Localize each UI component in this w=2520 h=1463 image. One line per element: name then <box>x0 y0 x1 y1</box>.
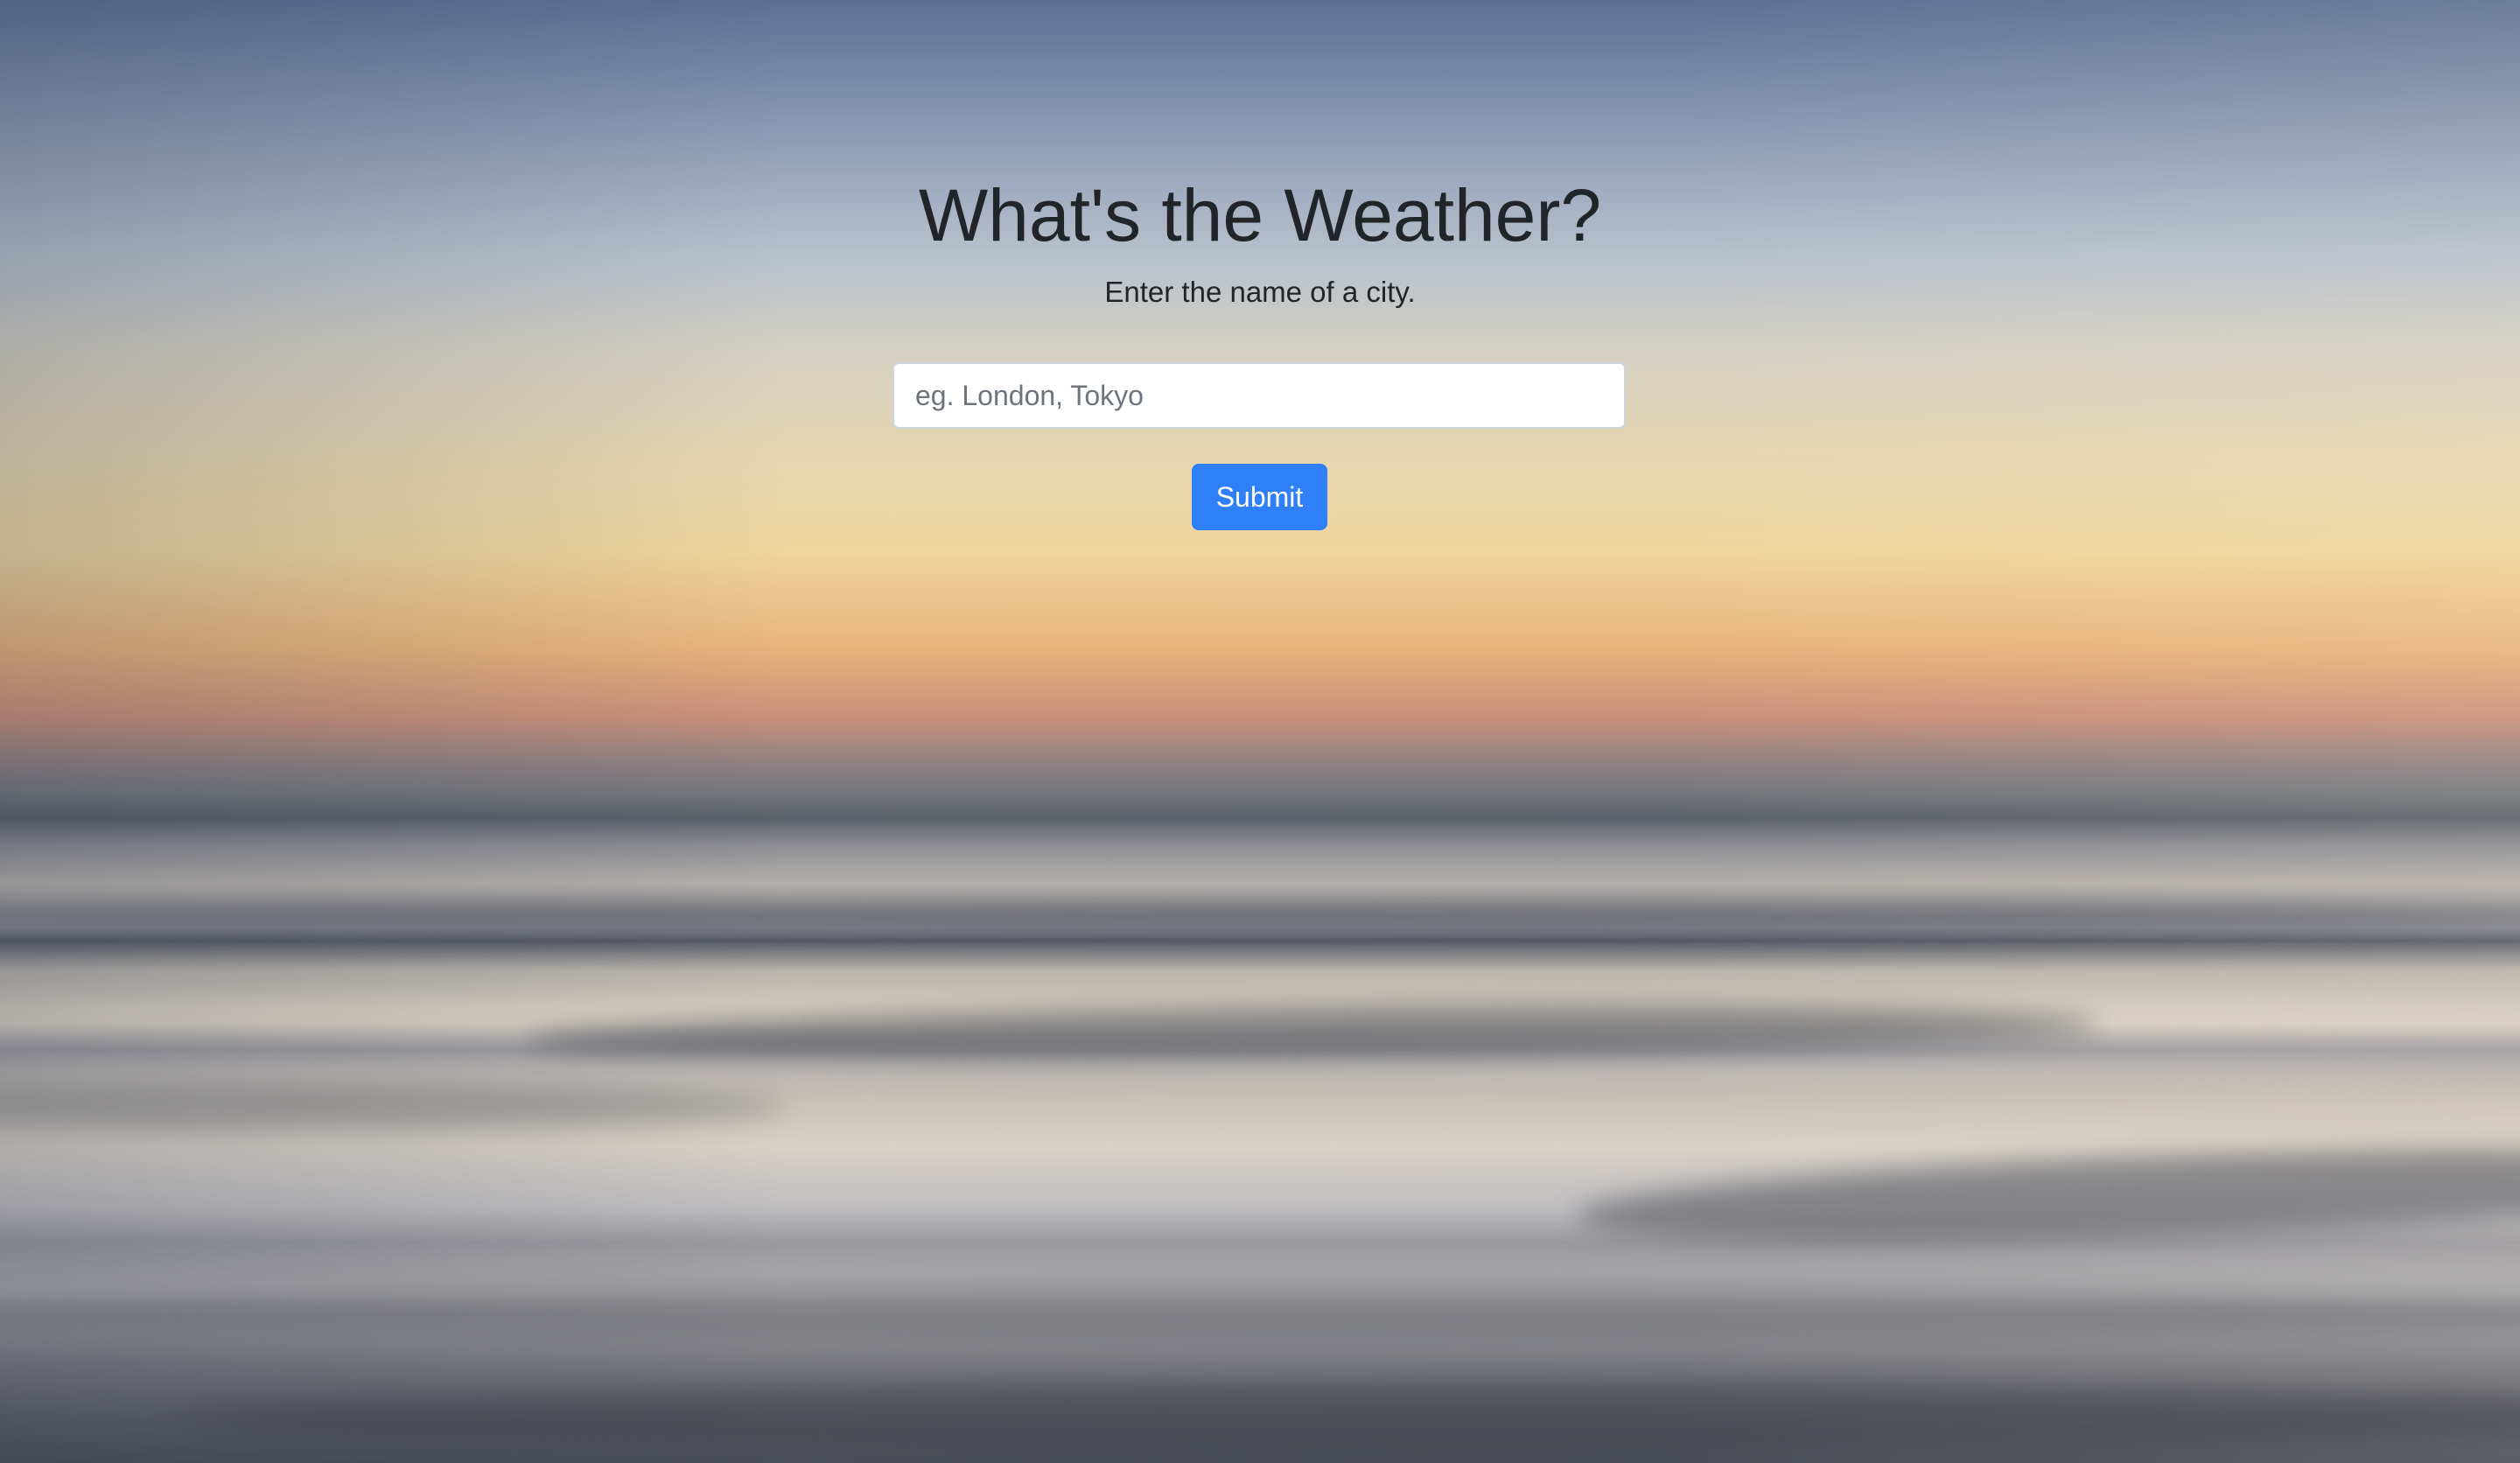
wave-streak <box>0 901 2520 933</box>
wave-streak <box>0 1063 2520 1082</box>
submit-button[interactable]: Submit <box>1192 464 1327 530</box>
city-input[interactable] <box>892 362 1626 429</box>
page-title: What's the Weather? <box>918 174 1602 256</box>
page-subtitle: Enter the name of a city. <box>1104 276 1416 308</box>
wave-streak <box>0 1286 2520 1339</box>
